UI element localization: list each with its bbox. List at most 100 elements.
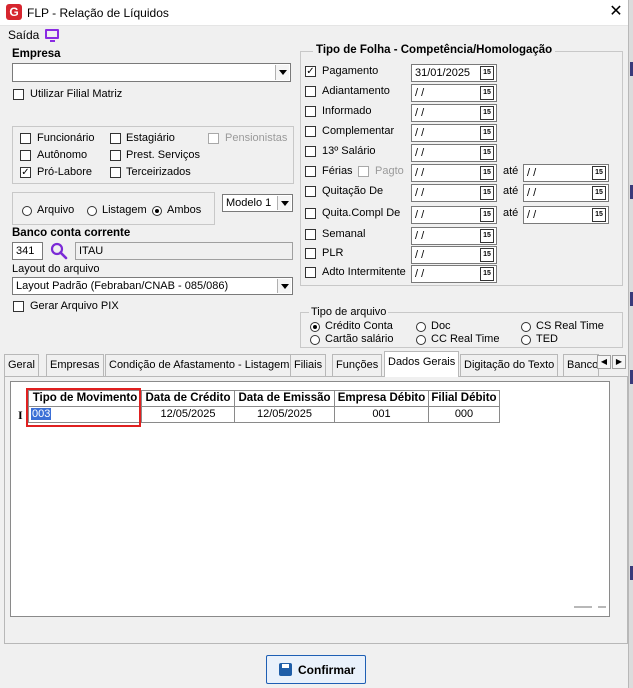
monitor-icon[interactable] — [45, 29, 59, 42]
calendar-icon[interactable]: 15 — [480, 208, 494, 222]
save-icon — [279, 663, 292, 676]
confirmar-label: Confirmar — [298, 663, 356, 677]
folha-row-4-checkbox[interactable] — [305, 146, 316, 157]
pro-labore-label: Pró-Labore — [37, 166, 93, 178]
tab-digitacao-texto[interactable]: Digitação do Texto — [460, 354, 559, 376]
arquivo-radio[interactable] — [22, 206, 32, 216]
calendar-icon[interactable]: 15 — [480, 146, 494, 160]
calendar-icon[interactable]: 15 — [480, 126, 494, 140]
estagiario-checkbox[interactable] — [110, 133, 121, 144]
estagiario-label: Estagiário — [126, 132, 175, 144]
folha-row-7-checkbox[interactable] — [305, 208, 316, 219]
folha-row-3-checkbox[interactable] — [305, 126, 316, 137]
calendar-icon[interactable]: 15 — [592, 166, 606, 180]
cc-real-time-label: CC Real Time — [431, 333, 500, 345]
tab-filiais[interactable]: Filiais — [290, 354, 327, 376]
pagto-label: Pagto — [375, 165, 404, 177]
cs-real-time-label: CS Real Time — [536, 320, 604, 332]
tab-geral[interactable]: Geral — [4, 354, 39, 376]
chevron-down-icon[interactable] — [275, 65, 289, 80]
calendar-icon[interactable]: 15 — [480, 248, 494, 262]
calendar-icon[interactable]: 15 — [480, 106, 494, 120]
folha-row-5-checkbox[interactable] — [305, 166, 316, 177]
calendar-icon[interactable]: 15 — [480, 186, 494, 200]
folha-row-3-label: Complementar — [322, 125, 395, 137]
ted-radio[interactable] — [521, 335, 531, 345]
tab-scroll-right-icon[interactable]: ▶ — [612, 355, 626, 369]
confirmar-button[interactable]: Confirmar — [266, 655, 366, 684]
col-empresa-debito[interactable]: Empresa Débito — [334, 390, 429, 407]
tipo-arquivo-title: Tipo de arquivo — [309, 306, 389, 318]
folha-row-9-checkbox[interactable] — [305, 248, 316, 259]
cc-real-time-radio[interactable] — [416, 335, 426, 345]
cartao-salario-radio[interactable] — [310, 335, 320, 345]
cell-data-credito[interactable]: 12/05/2025 — [141, 406, 235, 423]
prest-servicos-checkbox[interactable] — [110, 150, 121, 161]
utilizar-filial-label: Utilizar Filial Matriz — [30, 88, 123, 100]
row-indicator: I — [18, 408, 23, 422]
menu-saida[interactable]: Saída — [8, 28, 39, 42]
folha-row-8-label: Semanal — [322, 228, 366, 240]
calendar-icon[interactable]: 15 — [480, 66, 494, 80]
cell-empresa-debito[interactable]: 001 — [334, 406, 429, 423]
tab-scroll-left-icon[interactable]: ◀ — [597, 355, 611, 369]
folha-row-5-label: Férias — [322, 165, 353, 177]
folha-row-2-checkbox[interactable] — [305, 106, 316, 117]
layout-value: Layout Padrão (Febraban/CNAB - 085/086) — [16, 280, 229, 292]
close-icon[interactable]: ✕ — [606, 2, 626, 22]
chevron-down-icon[interactable] — [277, 196, 291, 210]
listagem-radio[interactable] — [87, 206, 97, 216]
col-data-credito[interactable]: Data de Crédito — [141, 390, 235, 407]
arquivo-label: Arquivo — [37, 204, 75, 216]
cs-real-time-radio[interactable] — [521, 322, 531, 332]
terceirizados-checkbox[interactable] — [110, 167, 121, 178]
chevron-down-icon[interactable] — [277, 279, 291, 293]
calendar-icon[interactable]: 15 — [480, 229, 494, 243]
prest-servicos-label: Prest. Serviços — [126, 149, 200, 161]
calendar-icon[interactable]: 15 — [592, 208, 606, 222]
cell-filial-debito[interactable]: 000 — [428, 406, 500, 423]
modelo-select[interactable]: Modelo 1 — [222, 194, 293, 212]
calendar-icon[interactable]: 15 — [480, 86, 494, 100]
tab-funcoes[interactable]: Funções — [332, 354, 383, 376]
calendar-icon[interactable]: 15 — [480, 267, 494, 281]
tab-banco[interactable]: Banco — [563, 354, 599, 376]
folha-row-5-ate-label: até — [503, 165, 519, 177]
tipo-folha-title: Tipo de Folha - Competência/Homologação — [313, 44, 556, 56]
layout-select[interactable]: Layout Padrão (Febraban/CNAB - 085/086) — [12, 277, 293, 295]
autonomo-checkbox[interactable] — [20, 150, 31, 161]
gerar-pix-checkbox[interactable] — [13, 301, 24, 312]
doc-radio[interactable] — [416, 322, 426, 332]
col-filial-debito[interactable]: Filial Débito — [428, 390, 500, 407]
cell-data-emissao[interactable]: 12/05/2025 — [234, 406, 335, 423]
gerar-pix-label: Gerar Arquivo PIX — [30, 300, 119, 312]
ambos-label: Ambos — [167, 204, 202, 216]
empresa-select[interactable] — [12, 63, 291, 82]
col-data-emissao[interactable]: Data de Emissão — [234, 390, 335, 407]
search-icon[interactable] — [50, 242, 68, 260]
folha-row-8-checkbox[interactable] — [305, 229, 316, 240]
folha-row-7-ate-label: até — [503, 207, 519, 219]
folha-row-1-checkbox[interactable] — [305, 86, 316, 97]
tab-dados-gerais[interactable]: Dados Gerais — [384, 351, 460, 377]
terceirizados-label: Terceirizados — [126, 166, 191, 178]
tab-condicao-afastamento[interactable]: Condição de Afastamento - Listagem — [105, 354, 294, 376]
funcionario-checkbox[interactable] — [20, 133, 31, 144]
menu-bar — [0, 26, 633, 44]
pagto-checkbox — [358, 166, 369, 177]
pro-labore-checkbox[interactable]: ✓ — [20, 167, 31, 178]
folha-row-6-checkbox[interactable] — [305, 186, 316, 197]
calendar-icon[interactable]: 15 — [592, 186, 606, 200]
banco-nome-field: ITAU — [75, 242, 293, 260]
banco-codigo-field[interactable]: 341 — [12, 242, 43, 260]
utilizar-filial-checkbox[interactable] — [13, 89, 24, 100]
folha-row-2-label: Informado — [322, 105, 372, 117]
ambos-radio[interactable] — [152, 206, 162, 216]
app-logo-icon: G — [6, 4, 22, 20]
calendar-icon[interactable]: 15 — [480, 166, 494, 180]
folha-row-10-checkbox[interactable] — [305, 267, 316, 278]
folha-row-0-checkbox[interactable]: ✓ — [305, 66, 316, 77]
empresa-label: Empresa — [12, 48, 61, 60]
tab-empresas[interactable]: Empresas — [46, 354, 104, 376]
credito-conta-radio[interactable] — [310, 322, 320, 332]
